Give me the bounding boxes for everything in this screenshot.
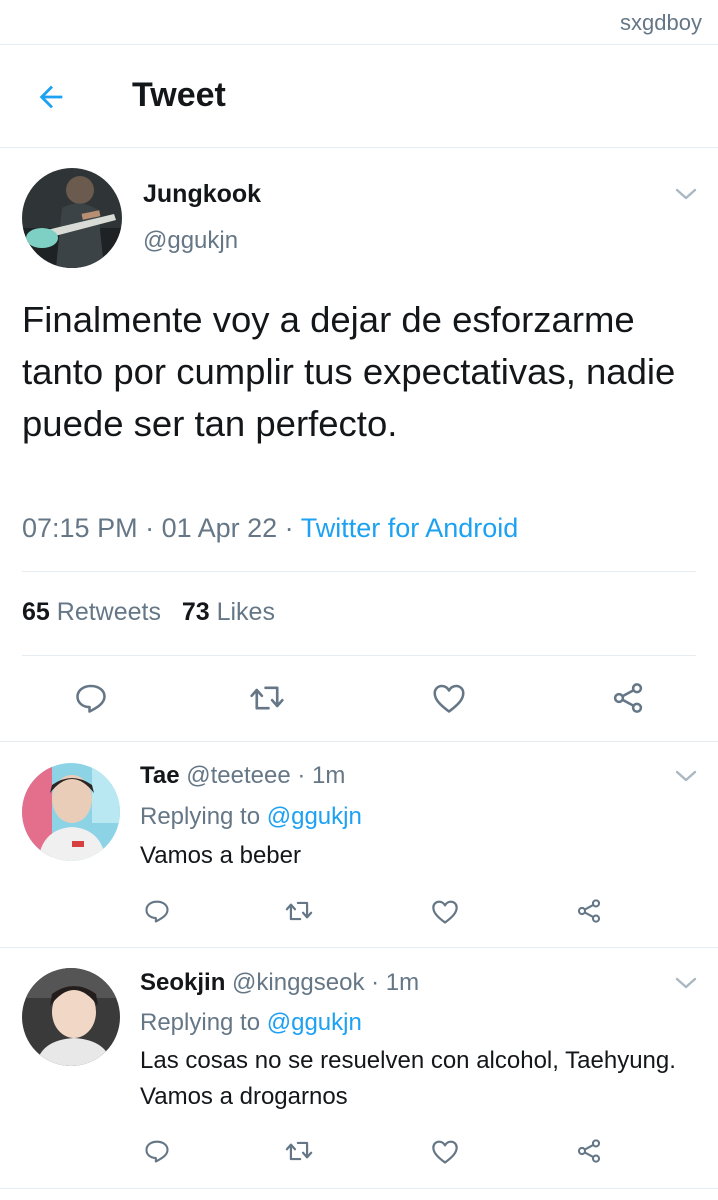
replying-label: Replying to — [140, 803, 267, 830]
avatar-seokjin[interactable] — [22, 968, 120, 1066]
reply-icon[interactable] — [73, 680, 109, 716]
tweet-source-link[interactable]: Twitter for Android — [301, 513, 519, 543]
meta-separator: · — [137, 513, 162, 543]
tweet-stats: 65 Retweets 73 Likes — [22, 598, 275, 627]
likes-count: 73 — [181, 598, 210, 626]
tweet-time: 07:15 PM — [22, 513, 138, 543]
divider — [0, 947, 718, 948]
likes-label: Likes — [209, 598, 275, 626]
header-divider — [0, 147, 718, 148]
share-icon[interactable] — [610, 680, 646, 716]
header-bar: Tweet — [0, 46, 718, 146]
retweet-icon[interactable] — [284, 1137, 314, 1165]
avatar-jungkook[interactable] — [22, 168, 122, 268]
avatar-tae[interactable] — [22, 763, 120, 861]
replying-mention-link[interactable]: @ggukjn — [267, 1009, 362, 1036]
reply-icon[interactable] — [143, 1137, 171, 1165]
reply-text: Las cosas no se resuelven con alcohol, T… — [140, 1047, 676, 1110]
share-icon[interactable] — [575, 1137, 603, 1165]
reply-handle-time: @kinggseok · 1m — [225, 969, 420, 996]
share-icon[interactable] — [575, 897, 603, 925]
replying-mention-link[interactable]: @ggukjn — [267, 803, 362, 830]
heart-icon[interactable] — [431, 681, 467, 715]
tweet-date: 01 Apr 22 — [161, 513, 278, 543]
retweet-icon[interactable] — [284, 897, 314, 925]
retweet-icon[interactable] — [248, 680, 286, 716]
retweets-label: Retweets — [49, 598, 161, 626]
retweets-stat[interactable]: 65 Retweets — [22, 598, 161, 626]
retweets-count: 65 — [22, 598, 50, 626]
chevron-down-icon[interactable] — [674, 186, 698, 202]
top-divider — [0, 44, 718, 45]
watermark: sxgdboy — [620, 10, 702, 35]
author-name[interactable]: Jungkook — [143, 180, 261, 209]
replying-label: Replying to — [140, 1009, 267, 1036]
back-arrow-icon[interactable] — [34, 80, 68, 114]
replying-to: Replying to @ggukjn — [140, 803, 362, 831]
reply-author-name[interactable]: Tae — [140, 762, 180, 789]
meta-separator: · — [277, 513, 301, 543]
divider — [0, 741, 718, 742]
page-title: Tweet — [132, 76, 226, 114]
chevron-down-icon[interactable] — [674, 768, 698, 784]
divider — [22, 655, 696, 656]
heart-icon[interactable] — [430, 898, 460, 925]
likes-stat[interactable]: 73 Likes — [182, 598, 275, 626]
reply-header: Tae @teeteee · 1m — [140, 762, 345, 790]
reply-handle-time: @teeteee · 1m — [179, 762, 346, 789]
reply-icon[interactable] — [143, 897, 171, 925]
reply-text: Vamos a beber — [140, 842, 301, 869]
divider — [0, 1188, 718, 1189]
replying-to: Replying to @ggukjn — [140, 1009, 362, 1037]
tweet-text: Finalmente voy a dejar de esforzarme tan… — [22, 299, 676, 444]
author-handle[interactable]: @ggukjn — [143, 227, 238, 255]
divider — [22, 571, 696, 572]
tweet-meta: 07:15 PM · 01 Apr 22 · Twitter for Andro… — [22, 513, 518, 544]
reply-author-name[interactable]: Seokjin — [140, 969, 225, 996]
heart-icon[interactable] — [430, 1138, 460, 1165]
reply-header: Seokjin @kinggseok · 1m — [140, 969, 419, 997]
chevron-down-icon[interactable] — [674, 975, 698, 991]
